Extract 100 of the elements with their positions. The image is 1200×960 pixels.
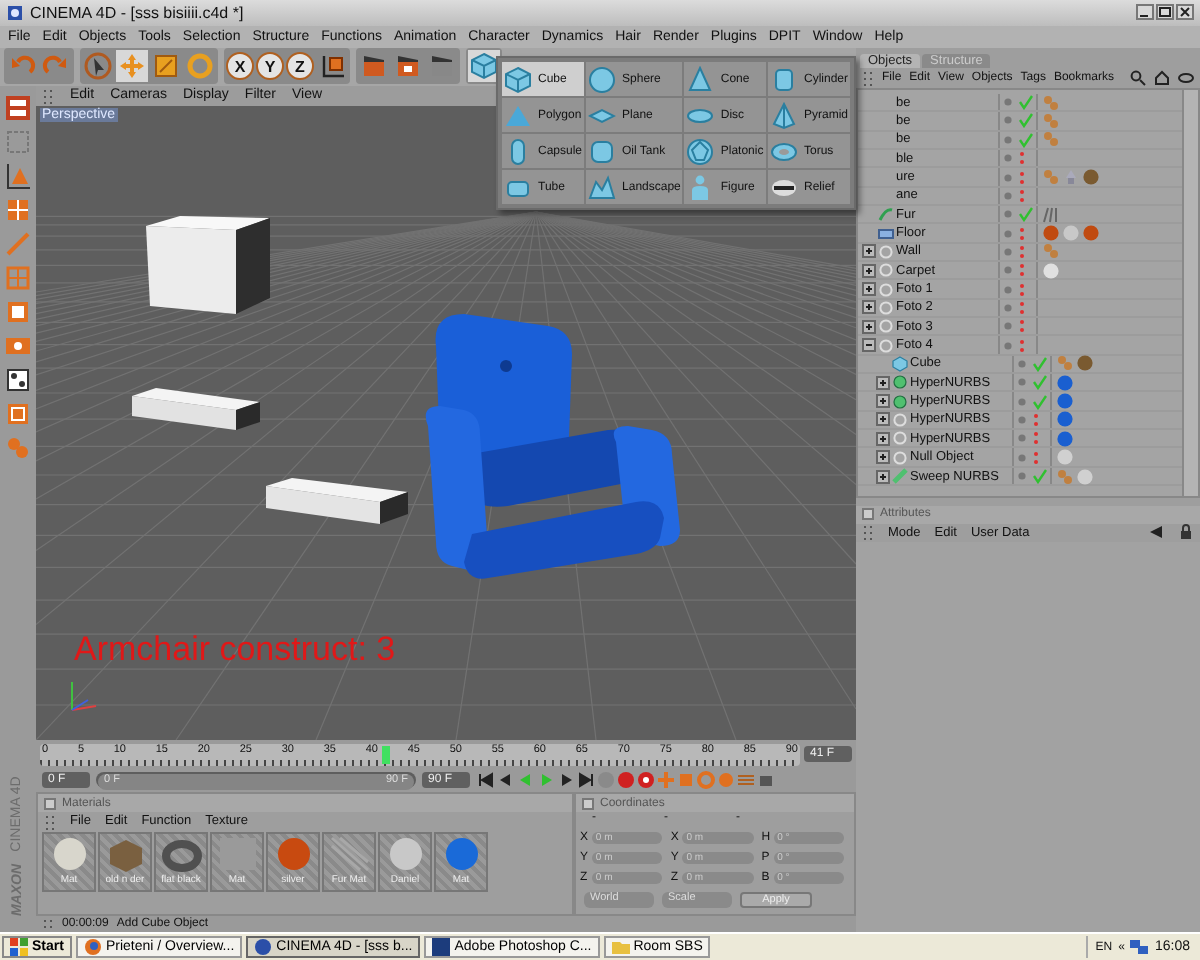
- material-ball-icon[interactable]: [1076, 354, 1094, 373]
- two-dots-icon[interactable]: [1056, 467, 1074, 485]
- sphere-icon: [588, 65, 617, 93]
- network-icon[interactable]: [1130, 938, 1149, 957]
- cube-drawing: [146, 215, 270, 314]
- window-layout-icon[interactable]: [4, 93, 32, 122]
- strand-icon: [878, 206, 894, 223]
- maximize-icon[interactable]: [1156, 4, 1174, 21]
- cube-icon: [504, 65, 532, 93]
- app-icon: [254, 938, 273, 957]
- expand-icon[interactable]: [862, 263, 876, 278]
- grip-icon: [862, 524, 874, 541]
- arrow-cursor-icon[interactable]: [82, 50, 114, 83]
- arrow-left-icon[interactable]: [1148, 524, 1164, 541]
- check-icon[interactable]: [1017, 131, 1033, 148]
- check-icon[interactable]: [1017, 112, 1033, 129]
- panel-toggle-icon[interactable]: [862, 508, 874, 521]
- torus-icon: [769, 137, 798, 165]
- two-dots-icon[interactable]: [1042, 168, 1060, 186]
- check-icon[interactable]: [1031, 355, 1047, 372]
- four-arrows-icon[interactable]: [116, 50, 148, 83]
- expand-icon[interactable]: [876, 469, 890, 483]
- check-icon[interactable]: [1031, 374, 1047, 391]
- expand-icon[interactable]: [876, 375, 890, 390]
- expand-icon[interactable]: [876, 394, 890, 409]
- triangle-icon: [504, 101, 532, 129]
- eye-icon[interactable]: [1177, 69, 1194, 86]
- overlay-caption: Armchair construct: 3: [74, 629, 396, 670]
- material-ball-icon[interactable]: [1056, 410, 1074, 429]
- square-icon[interactable]: [4, 297, 32, 326]
- dot-icon[interactable]: [1003, 173, 1011, 181]
- material-ball-icon[interactable]: [1062, 224, 1080, 243]
- material-ball-icon[interactable]: [1056, 448, 1074, 467]
- windows-flag-icon: [10, 938, 28, 957]
- anchor-icon[interactable]: [1062, 168, 1080, 186]
- lock-icon[interactable]: [756, 770, 776, 791]
- home-icon[interactable]: [1153, 69, 1170, 86]
- grip-icon: [42, 917, 54, 932]
- dot-icon[interactable]: [1017, 472, 1025, 480]
- bar-drawing: [266, 477, 408, 524]
- skip-forward-icon[interactable]: [576, 770, 596, 791]
- expand-icon[interactable]: [876, 412, 890, 427]
- time-marker[interactable]: [382, 745, 391, 764]
- check-icon[interactable]: [1017, 206, 1033, 223]
- sweep-icon: [892, 468, 908, 484]
- floor-icon: [878, 225, 894, 242]
- expand-icon[interactable]: [876, 431, 890, 446]
- scrollbar[interactable]: [1182, 89, 1198, 496]
- material-ball-icon[interactable]: [1056, 373, 1074, 392]
- grip-icon: [862, 69, 874, 86]
- minimize-icon[interactable]: [1136, 4, 1154, 21]
- axis-gizmo-drawing: [71, 680, 97, 711]
- panel-toggle-icon[interactable]: [582, 797, 594, 810]
- dot-icon[interactable]: [716, 770, 736, 791]
- material-ball-icon[interactable]: [1076, 467, 1094, 485]
- grip-icon: [42, 87, 54, 104]
- record-icon[interactable]: [636, 770, 656, 791]
- cone-axis-icon[interactable]: [4, 161, 32, 190]
- material-ball-icon[interactable]: [1042, 261, 1060, 280]
- expand-icon[interactable]: [862, 282, 876, 297]
- expand-icon[interactable]: [862, 319, 876, 334]
- close-icon[interactable]: [1176, 4, 1194, 21]
- panel-toggle-icon[interactable]: [44, 797, 56, 810]
- search-icon[interactable]: [1129, 69, 1146, 86]
- dots-square-icon[interactable]: [4, 365, 32, 394]
- material-ball-icon[interactable]: [1056, 392, 1074, 411]
- material-ball-icon[interactable]: [1042, 224, 1060, 243]
- ring-icon[interactable]: [696, 770, 716, 791]
- material-ball-icon[interactable]: [1056, 429, 1074, 448]
- polyhedron-icon: [686, 137, 715, 165]
- axis-lock-button[interactable]: Z: [286, 52, 314, 81]
- check-icon[interactable]: [1031, 468, 1047, 484]
- skip-back-icon[interactable]: [476, 770, 496, 791]
- strands-icon[interactable]: [1042, 205, 1060, 224]
- window-title: CINEMA 4D - [sss bisiiii.c4d *]: [30, 3, 246, 22]
- expand-icon[interactable]: [862, 244, 876, 259]
- cube-icon: [892, 355, 908, 372]
- cylinder-icon: [769, 65, 798, 93]
- tank-icon: [588, 137, 617, 165]
- two-dots-icon[interactable]: [1042, 242, 1060, 261]
- ring-icon[interactable]: [184, 50, 216, 83]
- material-ball-icon[interactable]: [1082, 224, 1100, 243]
- square-icon[interactable]: [150, 50, 182, 83]
- expand-icon[interactable]: [862, 300, 876, 315]
- axis-lock-button[interactable]: X: [226, 52, 254, 81]
- two-dots-icon[interactable]: [1056, 354, 1074, 373]
- collapse-icon[interactable]: [862, 338, 876, 353]
- expand-icon[interactable]: [876, 450, 890, 465]
- globe-icon: [83, 938, 102, 957]
- lines-icon[interactable]: [736, 770, 756, 791]
- check-icon[interactable]: [1031, 393, 1047, 410]
- grip-icon: [44, 813, 56, 830]
- check-icon[interactable]: [1017, 94, 1033, 111]
- lock-icon[interactable]: [1178, 524, 1194, 541]
- app-icon: [432, 938, 451, 957]
- material-ball-icon[interactable]: [1082, 168, 1100, 186]
- axis-lock-button[interactable]: Y: [256, 52, 284, 81]
- folder-icon: [611, 938, 630, 957]
- mountain-icon: [588, 173, 617, 201]
- cone-icon: [686, 65, 715, 93]
